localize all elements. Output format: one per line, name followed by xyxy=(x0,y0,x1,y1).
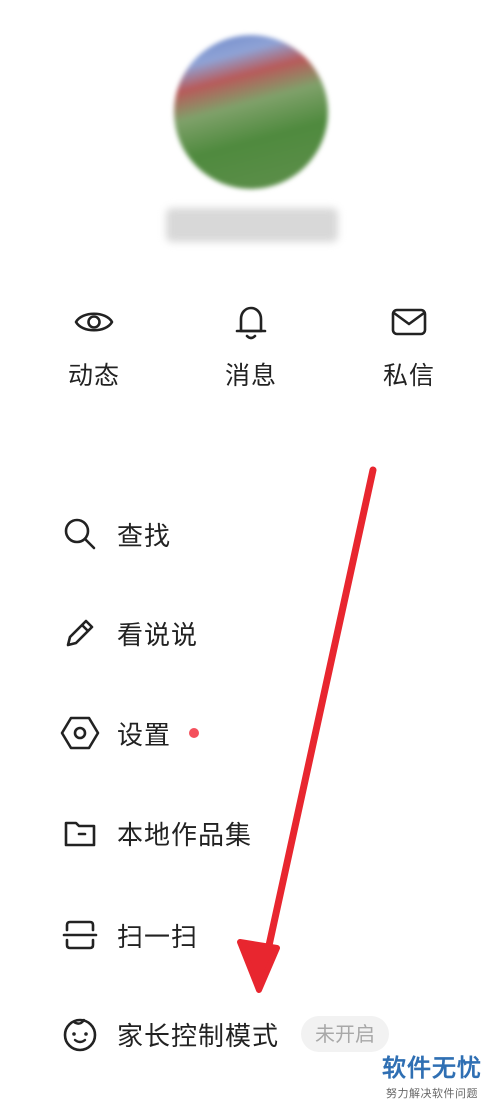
red-arrow-pointing-down xyxy=(237,466,377,993)
watermark: 软件无忧 努力解决软件问题 xyxy=(376,1048,488,1101)
watermark-subtitle: 努力解决软件问题 xyxy=(386,1087,478,1100)
watermark-title: 软件无忧 xyxy=(382,1054,482,1082)
